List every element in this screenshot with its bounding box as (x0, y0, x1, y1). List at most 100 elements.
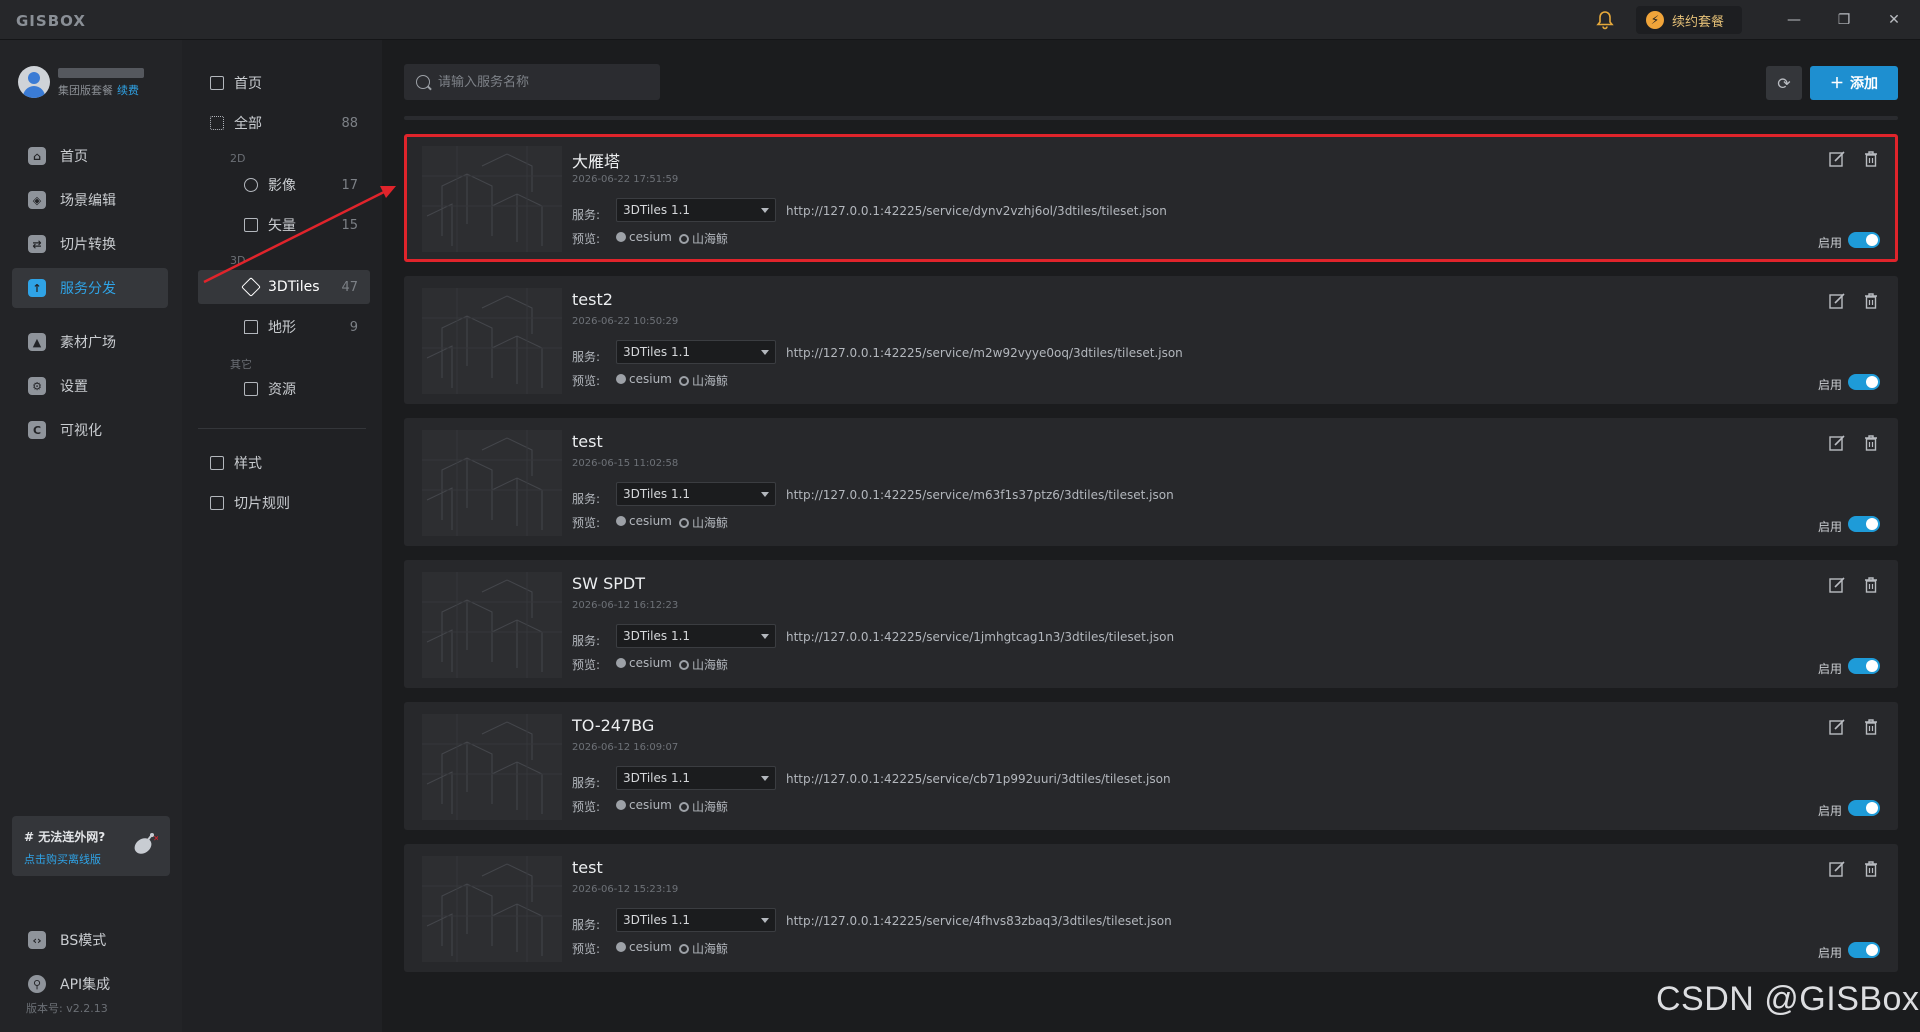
nav-item-slice-convert[interactable]: ⇄ 切片转换 (12, 224, 168, 264)
version-select[interactable]: 3DTiles 1.1 (616, 766, 776, 790)
edit-icon[interactable] (1828, 860, 1846, 878)
subnav-label: 全部 (234, 116, 262, 132)
group-label-2d: 2D (230, 152, 246, 165)
service-url[interactable]: http://127.0.0.1:42225/service/1jmhgtcag… (786, 630, 1174, 644)
service-card[interactable]: test2 2026-06-22 10:50:29 服务: 3DTiles 1.… (404, 276, 1898, 404)
preview-shanhai-link[interactable]: 山海鲸 (679, 372, 728, 389)
subnav-3dtiles[interactable]: 3DTiles 47 (198, 270, 370, 304)
enable-toggle[interactable] (1848, 658, 1880, 674)
enable-toggle[interactable] (1848, 516, 1880, 532)
offline-promo[interactable]: # 无法连外网? 点击购买离线版 ✕ (12, 816, 170, 876)
service-url[interactable]: http://127.0.0.1:42225/service/m63f1s37p… (786, 488, 1174, 502)
edit-icon[interactable] (1828, 434, 1846, 452)
model-thumbnail (422, 714, 562, 820)
model-thumbnail (422, 146, 562, 252)
add-button[interactable]: ＋ 添加 (1810, 66, 1898, 100)
nav-item-label: 素材广场 (60, 335, 116, 351)
refresh-button[interactable]: ⟳ (1766, 66, 1802, 100)
search-input[interactable] (438, 74, 648, 90)
enable-toggle[interactable] (1848, 374, 1880, 390)
cube-icon (241, 277, 261, 297)
version-select[interactable]: 3DTiles 1.1 (616, 908, 776, 932)
subnav-all[interactable]: 全部 88 (198, 106, 370, 140)
edit-icon[interactable] (1828, 292, 1846, 310)
version-value: 3DTiles 1.1 (623, 345, 691, 359)
service-url[interactable]: http://127.0.0.1:42225/service/4fhvs83zb… (786, 914, 1172, 928)
nav-item-settings[interactable]: ⚙ 设置 (12, 366, 168, 406)
bottom-nav: ‹› BS模式 ⚲ API集成 (12, 920, 168, 1008)
delete-icon[interactable] (1862, 150, 1880, 168)
edit-icon[interactable] (1828, 150, 1846, 168)
shanhai-icon (679, 659, 689, 670)
preview-shanhai-link[interactable]: 山海鲸 (679, 656, 728, 673)
preview-cesium-link[interactable]: cesium (616, 798, 672, 812)
subnav-image[interactable]: 影像 17 (198, 168, 370, 202)
service-card[interactable]: SW SPDT 2026-06-12 16:12:23 服务: 3DTiles … (404, 560, 1898, 688)
version-value: 3DTiles 1.1 (623, 629, 691, 643)
preview-cesium-link[interactable]: cesium (616, 230, 672, 244)
nav-item-scene-edit[interactable]: ◈ 场景编辑 (12, 180, 168, 220)
version-value: 3DTiles 1.1 (623, 203, 691, 217)
enable-toggle[interactable] (1848, 800, 1880, 816)
service-url[interactable]: http://127.0.0.1:42225/service/dynv2vzhj… (786, 204, 1167, 218)
service-date: 2026-06-12 16:12:23 (572, 600, 679, 611)
subnav-home[interactable]: 首页 (198, 66, 370, 100)
renew-link[interactable]: 续费 (117, 84, 139, 97)
delete-icon[interactable] (1862, 860, 1880, 878)
group-label-other: 其它 (230, 358, 252, 371)
subnav-vector[interactable]: 矢量 15 (198, 208, 370, 242)
avatar[interactable] (18, 66, 50, 98)
service-card[interactable]: test 2026-06-15 11:02:58 服务: 3DTiles 1.1… (404, 418, 1898, 546)
service-url[interactable]: http://127.0.0.1:42225/service/m2w92vyye… (786, 346, 1183, 360)
nav-item-bs-mode[interactable]: ‹› BS模式 (12, 920, 168, 960)
preview-shanhai-link[interactable]: 山海鲸 (679, 230, 728, 247)
preview-shanhai-link[interactable]: 山海鲸 (679, 798, 728, 815)
delete-icon[interactable] (1862, 292, 1880, 310)
delete-icon[interactable] (1862, 576, 1880, 594)
delete-icon[interactable] (1862, 718, 1880, 736)
preview-cesium-link[interactable]: cesium (616, 940, 672, 954)
nav-item-api[interactable]: ⚲ API集成 (12, 964, 168, 1004)
minimize-button[interactable]: — (1782, 8, 1806, 32)
subnav-resource[interactable]: 资源 (198, 372, 370, 406)
version-select[interactable]: 3DTiles 1.1 (616, 198, 776, 222)
offline-buy-link[interactable]: 点击购买离线版 (24, 851, 101, 867)
version-select[interactable]: 3DTiles 1.1 (616, 340, 776, 364)
maximize-button[interactable]: ❐ (1832, 8, 1856, 32)
subnav-slice-rule[interactable]: 切片规则 (198, 486, 370, 520)
version-select[interactable]: 3DTiles 1.1 (616, 482, 776, 506)
shanhai-icon (679, 233, 689, 244)
edit-icon[interactable] (1828, 718, 1846, 736)
enable-toggle[interactable] (1848, 942, 1880, 958)
search-box[interactable] (404, 64, 660, 100)
service-card[interactable]: TO-247BG 2026-06-12 16:09:07 服务: 3DTiles… (404, 702, 1898, 830)
user-profile[interactable]: 集团版套餐 续费 (18, 62, 168, 102)
renew-plan-button[interactable]: ⚡ 续约套餐 (1636, 6, 1742, 34)
preview-shanhai-link[interactable]: 山海鲸 (679, 940, 728, 957)
edit-icon[interactable] (1828, 576, 1846, 594)
version-select[interactable]: 3DTiles 1.1 (616, 624, 776, 648)
preview-shanhai-link[interactable]: 山海鲸 (679, 514, 728, 531)
nav-item-label: API集成 (60, 977, 111, 993)
service-card[interactable]: test 2026-06-12 15:23:19 服务: 3DTiles 1.1… (404, 844, 1898, 972)
delete-icon[interactable] (1862, 434, 1880, 452)
nav-item-home[interactable]: ⌂ 首页 (12, 136, 168, 176)
enable-toggle[interactable] (1848, 232, 1880, 248)
preview-cesium-link[interactable]: cesium (616, 656, 672, 670)
preview-cesium-link[interactable]: cesium (616, 514, 672, 528)
subnav-terrain[interactable]: 地形 9 (198, 310, 370, 344)
service-url[interactable]: http://127.0.0.1:42225/service/cb71p992u… (786, 772, 1171, 786)
nav-item-visualize[interactable]: C 可视化 (12, 410, 168, 450)
service-name: 大雁塔 (572, 152, 621, 171)
close-button[interactable]: ✕ (1882, 8, 1906, 32)
nav-item-material[interactable]: ▲ 素材广场 (12, 322, 168, 362)
lightning-icon: ⚡ (1646, 11, 1664, 29)
bell-icon[interactable] (1594, 9, 1616, 31)
nav-item-service-distribute[interactable]: ↑ 服务分发 (12, 268, 168, 308)
preview-cesium-link[interactable]: cesium (616, 372, 672, 386)
subnav-style[interactable]: 样式 (198, 446, 370, 480)
watermark: CSDN @GISBox (1656, 980, 1920, 1018)
divider (198, 428, 366, 429)
service-card[interactable]: 大雁塔 2026-06-22 17:51:59 服务: 3DTiles 1.1 … (404, 134, 1898, 262)
cesium-icon (616, 800, 626, 810)
